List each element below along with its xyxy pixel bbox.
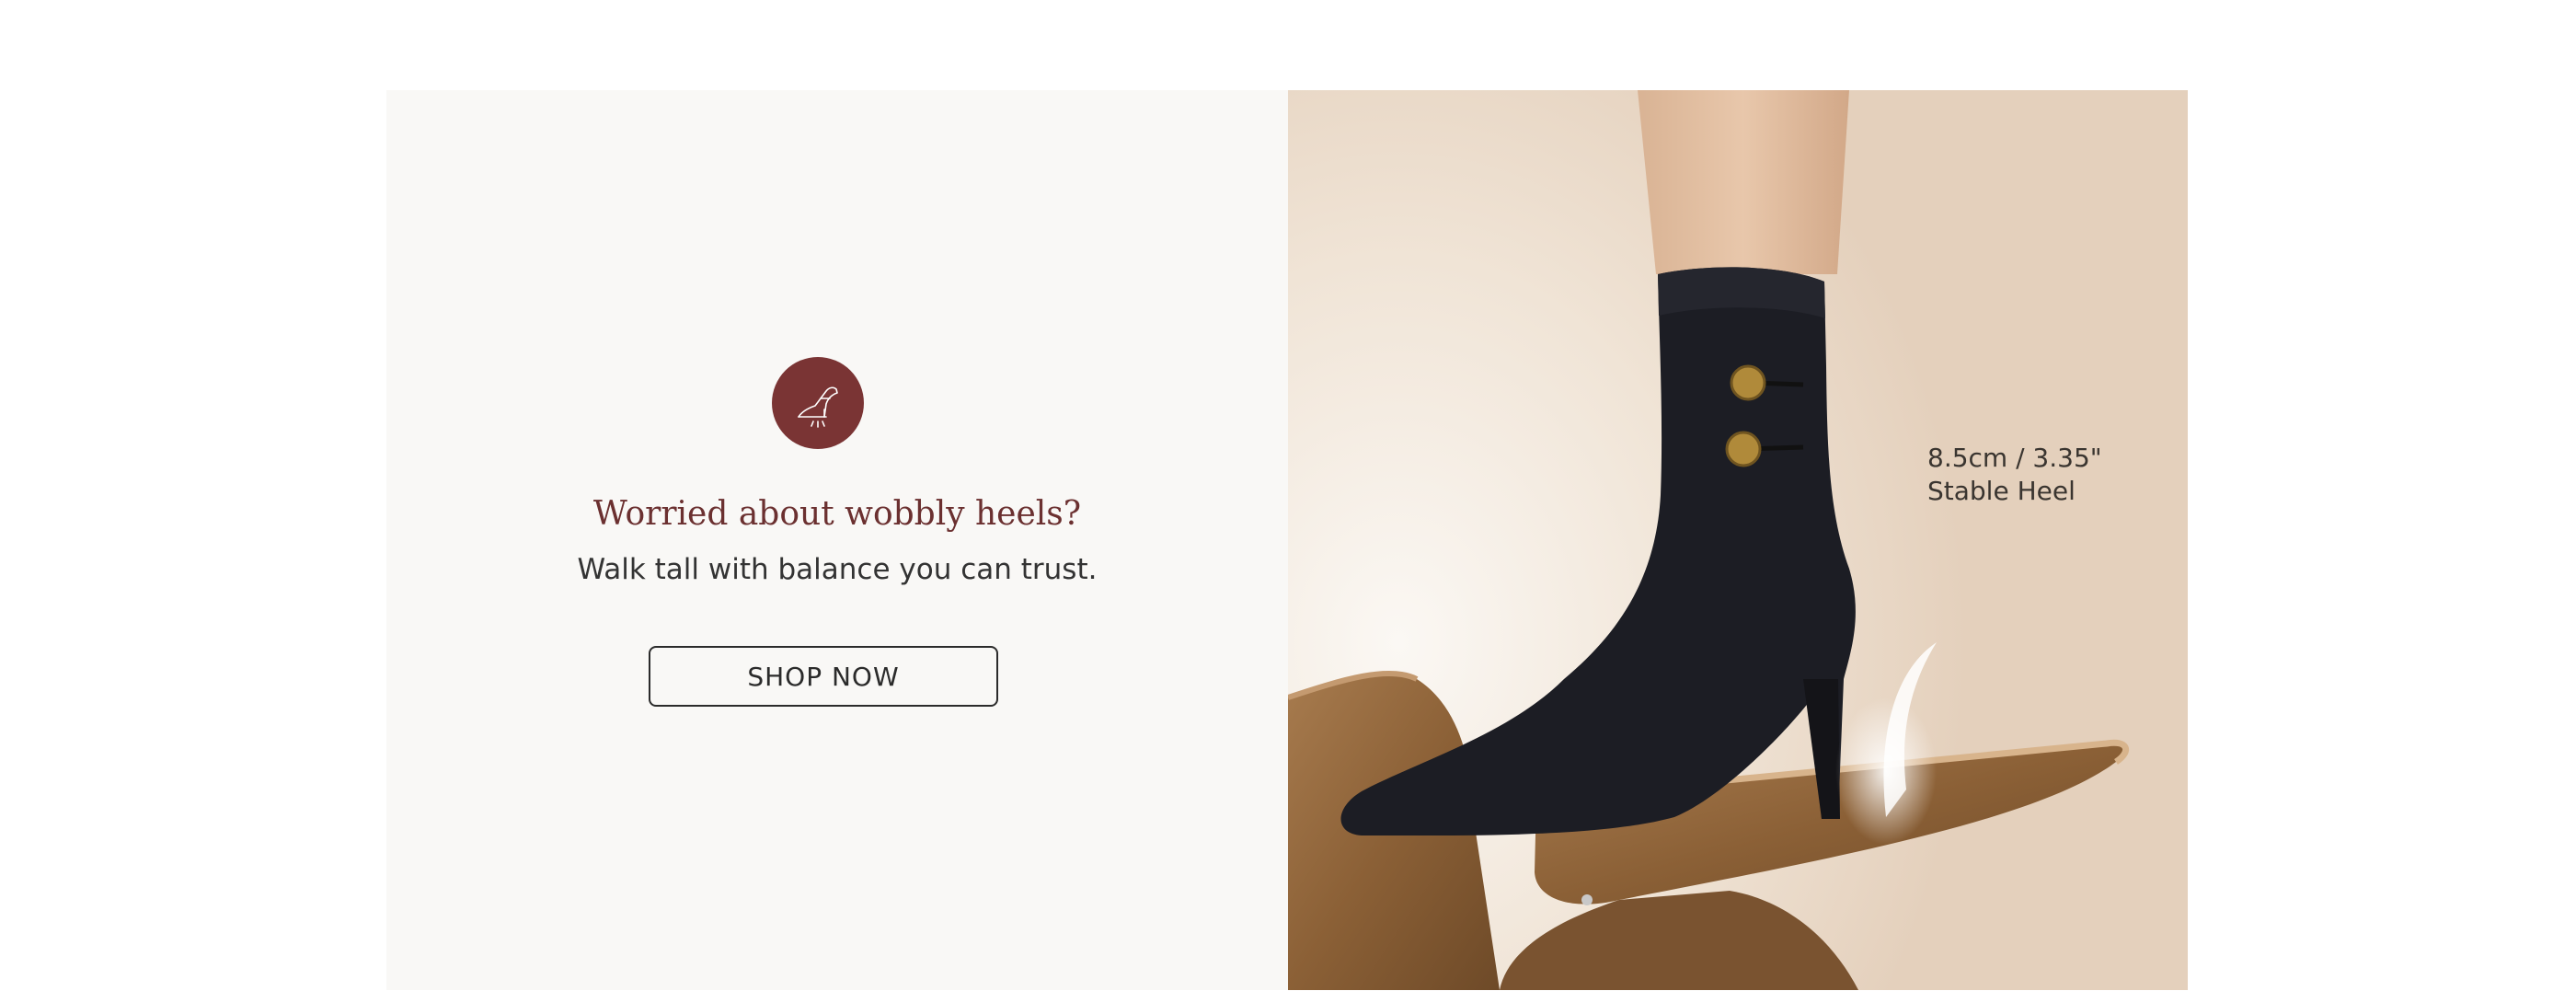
heel-spec-callout: 8.5cm / 3.35" Stable Heel [1927, 442, 2102, 508]
boot-on-stool-image [1288, 90, 2130, 990]
promo-banner: Worried about wobbly heels? Walk tall wi… [386, 90, 2188, 990]
heel-feature-text: Stable Heel [1927, 476, 2076, 506]
promo-subline: Walk tall with balance you can trust. [577, 553, 1098, 586]
promo-text-panel: Worried about wobbly heels? Walk tall wi… [386, 90, 1288, 990]
shop-now-button[interactable]: SHOP NOW [649, 646, 998, 707]
promo-headline: Worried about wobbly heels? [592, 495, 1082, 533]
product-image-panel: 8.5cm / 3.35" Stable Heel [1288, 90, 2188, 990]
heel-icon [772, 357, 864, 449]
heel-height-text: 8.5cm / 3.35" [1927, 443, 2102, 473]
